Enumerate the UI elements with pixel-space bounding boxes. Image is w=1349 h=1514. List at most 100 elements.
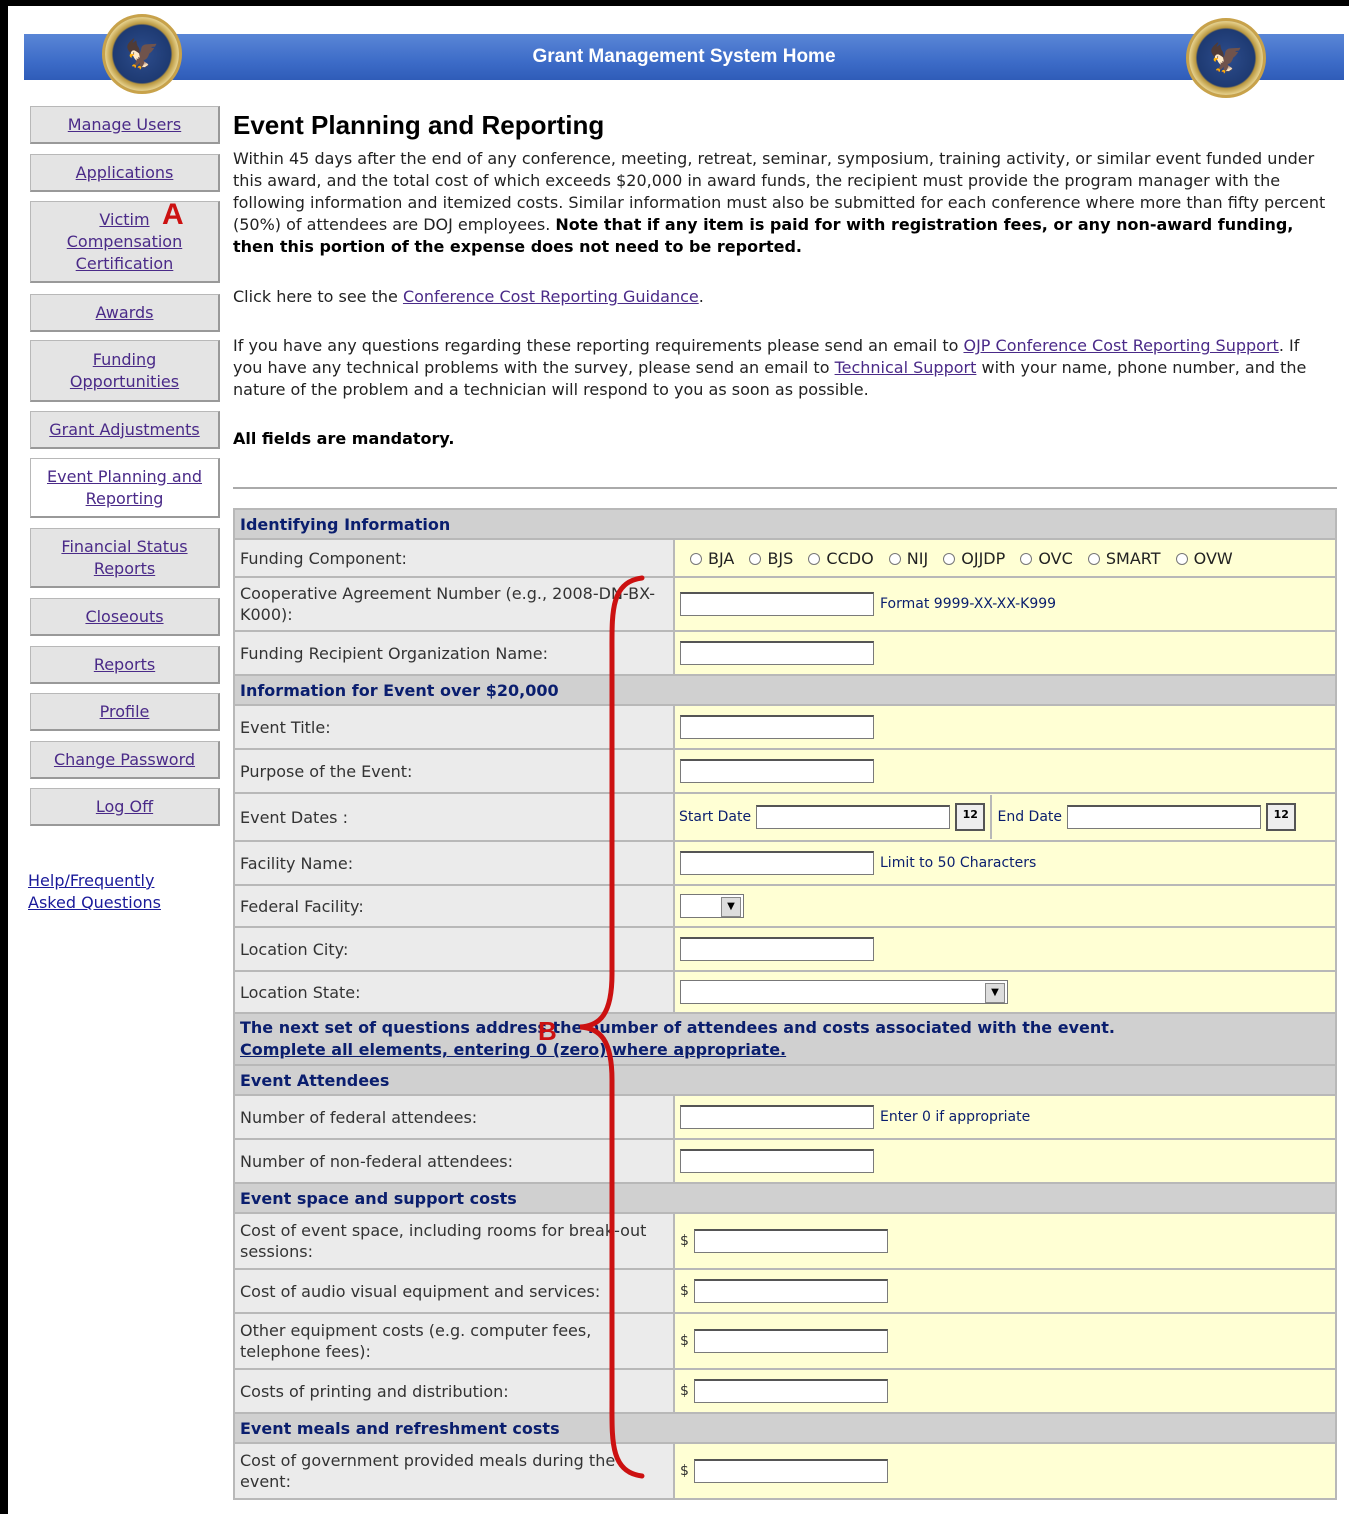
field-label: Other equipment costs (e.g. computer fee… [235, 1314, 673, 1368]
section-event: Information for Event over $20,000 [235, 676, 1335, 704]
header-banner: Grant Management System Home [24, 34, 1344, 80]
chevron-down-icon: ▼ [721, 897, 741, 917]
sidebar-item-victim-compensation[interactable]: Victim Compensation Certification [30, 201, 220, 283]
sidebar-item-grant-adjustments[interactable]: Grant Adjustments [30, 411, 220, 449]
sidebar-item-profile[interactable]: Profile [30, 693, 220, 731]
doj-seal-right-icon: 🦅 [1186, 18, 1266, 98]
radio-nij[interactable] [888, 552, 901, 565]
cost-space-input[interactable] [694, 1229, 889, 1253]
sidebar-link[interactable]: Awards [96, 302, 154, 324]
format-hint: Format 9999-XX-XX-K999 [880, 596, 1057, 612]
enter-zero-hint: Enter 0 if appropriate [880, 1109, 1031, 1125]
intro-paragraph: Within 45 days after the end of any conf… [233, 148, 1333, 258]
funding-component-radios: BJA BJS CCDO NIJ OJJDP OVC SMART OVW [675, 540, 1335, 576]
event-form: Identifying Information Funding Componen… [233, 508, 1337, 1500]
sidebar-item-applications[interactable]: Applications [30, 154, 220, 192]
currency-symbol: $ [680, 1283, 689, 1299]
radio-label: OJJDP [961, 549, 1006, 568]
location-state-select[interactable]: ▼ [680, 980, 1008, 1004]
currency-symbol: $ [680, 1383, 689, 1399]
sidebar-link[interactable]: Profile [100, 701, 150, 723]
radio-smart[interactable] [1087, 552, 1100, 565]
section-heading: Event space and support costs [235, 1184, 1335, 1212]
sidebar-link[interactable]: Reports [94, 654, 155, 676]
field-label: Location State: [235, 972, 673, 1012]
currency-symbol: $ [680, 1463, 689, 1479]
guidance-link[interactable]: Conference Cost Reporting Guidance [403, 287, 699, 306]
federal-facility-select[interactable]: ▼ [680, 894, 744, 918]
sidebar-link[interactable]: Change Password [54, 749, 195, 771]
divider [233, 487, 1337, 489]
sidebar-item-awards[interactable]: Awards [30, 294, 220, 332]
section-heading: Identifying Information [235, 510, 1335, 538]
page-title: Event Planning and Reporting [233, 110, 605, 140]
contact-text: If you have any questions regarding thes… [233, 336, 964, 355]
annotation-marker-a: A [162, 198, 184, 231]
field-label: Number of federal attendees: [235, 1096, 673, 1138]
field-label: Location City: [235, 928, 673, 970]
end-date-label: End Date [997, 809, 1063, 825]
recipient-org-input[interactable] [680, 641, 874, 665]
section-next-questions: The next set of questions address the nu… [235, 1014, 1335, 1064]
doj-seal-left-icon: 🦅 [102, 14, 182, 94]
nonfederal-attendees-input[interactable] [680, 1149, 874, 1173]
radio-ovw[interactable] [1175, 552, 1188, 565]
cost-other-equipment-input[interactable] [694, 1329, 889, 1353]
section-heading: The next set of questions address the nu… [235, 1014, 1335, 1064]
end-date-input[interactable] [1067, 805, 1262, 829]
field-label: Facility Name: [235, 842, 673, 884]
sidebar-item-change-password[interactable]: Change Password [30, 741, 220, 779]
sidebar-item-event-planning[interactable]: Event Planning and Reporting [30, 458, 220, 518]
guidance-paragraph: Click here to see the Conference Cost Re… [233, 286, 1333, 308]
event-title-input[interactable] [680, 715, 874, 739]
field-label: Cooperative Agreement Number (e.g., 2008… [235, 578, 673, 630]
cost-meals-input[interactable] [694, 1459, 889, 1483]
calendar-icon[interactable]: 12 [1266, 803, 1297, 831]
help-faq-link[interactable]: Help/Frequently Asked Questions [28, 870, 198, 914]
cost-av-input[interactable] [694, 1279, 889, 1303]
event-purpose-input[interactable] [680, 759, 874, 783]
radio-ovc[interactable] [1020, 552, 1033, 565]
sidebar-link[interactable]: Funding Opportunities [61, 349, 188, 393]
field-label: Purpose of the Event: [235, 750, 673, 792]
start-date-input[interactable] [756, 805, 951, 829]
field-label: Cost of event space, including rooms for… [235, 1214, 673, 1268]
sidebar-item-reports[interactable]: Reports [30, 646, 220, 684]
facility-name-input[interactable] [680, 851, 874, 875]
radio-ccdo[interactable] [808, 552, 821, 565]
sidebar-link[interactable]: Financial Status Reports [61, 536, 188, 580]
field-label: Federal Facility: [235, 886, 673, 926]
sidebar-link[interactable]: Grant Adjustments [49, 419, 199, 441]
sidebar-item-funding-opportunities[interactable]: Funding Opportunities [30, 340, 220, 402]
ojp-support-link[interactable]: OJP Conference Cost Reporting Support [963, 336, 1278, 355]
section-heading: Event Attendees [235, 1066, 1335, 1094]
currency-symbol: $ [680, 1333, 689, 1349]
radio-ojjdp[interactable] [943, 552, 956, 565]
radio-label: OVC [1038, 549, 1073, 568]
contact-paragraph: If you have any questions regarding thes… [233, 335, 1333, 401]
coop-agreement-input[interactable] [680, 592, 874, 616]
technical-support-link[interactable]: Technical Support [835, 358, 977, 377]
sidebar-link[interactable]: Closeouts [85, 606, 163, 628]
sidebar-link[interactable]: Manage Users [68, 114, 181, 136]
location-city-input[interactable] [680, 937, 874, 961]
sidebar-item-financial-status-reports[interactable]: Financial Status Reports [30, 528, 220, 588]
field-label: Cost of government provided meals during… [235, 1444, 673, 1498]
sidebar-link[interactable]: Event Planning and Reporting [37, 466, 212, 510]
federal-attendees-input[interactable] [680, 1105, 874, 1129]
calendar-icon[interactable]: 12 [955, 803, 986, 831]
banner-title: Grant Management System Home [532, 46, 836, 67]
annotation-marker-b: B [538, 1016, 557, 1046]
sidebar-item-manage-users[interactable]: Manage Users [30, 106, 220, 144]
sidebar-item-closeouts[interactable]: Closeouts [30, 598, 220, 636]
section-meals: Event meals and refreshment costs [235, 1414, 1335, 1442]
complete-all-text: Complete all elements, entering 0 (zero)… [240, 1040, 787, 1059]
field-label: Costs of printing and distribution: [235, 1370, 673, 1412]
sidebar-item-log-off[interactable]: Log Off [30, 788, 220, 826]
sidebar-link[interactable]: Applications [76, 162, 174, 184]
cost-printing-input[interactable] [694, 1379, 889, 1403]
radio-bja[interactable] [690, 552, 702, 565]
date-divider [990, 795, 993, 839]
radio-bjs[interactable] [749, 552, 762, 565]
sidebar-link[interactable]: Log Off [96, 796, 153, 818]
